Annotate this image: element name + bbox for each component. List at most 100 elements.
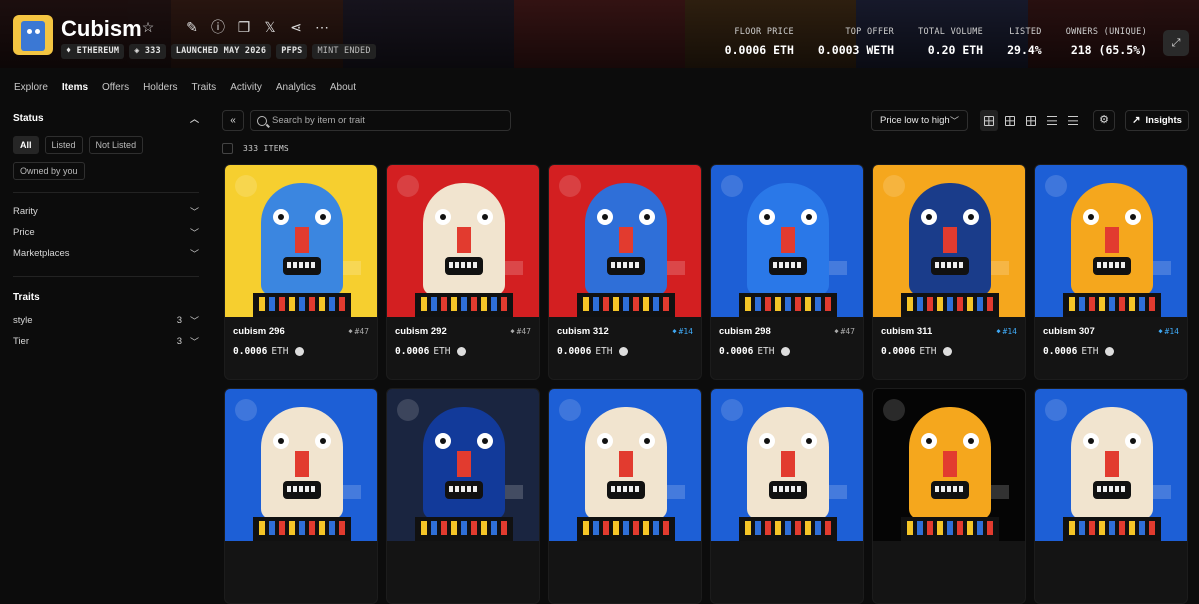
filter-price[interactable]: Price ﹀ <box>0 222 212 243</box>
nft-image[interactable] <box>387 389 539 541</box>
rarity-rank: ◆ #47 <box>834 326 855 336</box>
nft-card[interactable] <box>1034 388 1188 604</box>
rarity-rank: ◆ #14 <box>1158 326 1179 336</box>
gear-icon: ⚙ <box>1099 114 1109 126</box>
collection-stats: FLOOR PRICE 0.0006 ETH TOP OFFER 0.0003 WE… <box>701 27 1147 57</box>
nft-image[interactable] <box>549 165 701 317</box>
nft-name: cubism 292 <box>395 325 447 337</box>
grid-icon <box>1005 115 1015 126</box>
filter-rarity[interactable]: Rarity ﹀ <box>0 201 212 222</box>
nft-price: 0.0006 <box>233 346 268 357</box>
search-box[interactable] <box>250 110 511 131</box>
filter-sidebar: Status ︿ All Listed Not Listed Owned by y… <box>0 108 212 352</box>
chevron-down-icon: ﹀ <box>949 116 959 126</box>
tab-traits[interactable]: Traits <box>192 82 217 93</box>
nft-name: cubism 312 <box>557 325 609 337</box>
collection-title: Cubism <box>61 16 142 41</box>
expand-icon[interactable]: ⤢ <box>1163 30 1189 56</box>
nft-card[interactable]: cubism 312 ◆ #14 0.0006 ETH <box>548 164 702 380</box>
category-badge[interactable]: PFPS <box>276 44 308 59</box>
nft-card[interactable]: cubism 296 ◆ #47 0.0006 ETH <box>224 164 378 380</box>
info-icon[interactable]: ⓘ <box>210 19 226 35</box>
nft-card[interactable]: cubism 298 ◆ #47 0.0006 ETH <box>710 164 864 380</box>
nft-image[interactable] <box>873 389 1025 541</box>
view-toggle <box>980 110 1082 131</box>
status-section-header[interactable]: Status ︿ <box>0 108 212 128</box>
rarity-rank: ◆ #14 <box>672 326 693 336</box>
chevron-down-icon: ﹀ <box>189 337 199 347</box>
view-list[interactable] <box>1043 110 1061 131</box>
launch-badge: LAUNCHED MAY 2026 <box>170 44 272 59</box>
diamond-icon: ◆ <box>996 327 1001 335</box>
tab-activity[interactable]: Activity <box>230 82 262 93</box>
view-table[interactable] <box>1064 110 1082 131</box>
collection-tabs: Explore Items Offers Holders Traits Acti… <box>14 82 356 93</box>
filter-marketplaces[interactable]: Marketplaces ﹀ <box>0 243 212 264</box>
search-input[interactable] <box>272 115 502 126</box>
marketplace-icon <box>780 347 790 356</box>
star-icon[interactable]: ☆ <box>140 19 156 35</box>
chevron-down-icon: ﹀ <box>189 316 199 326</box>
view-grid-medium[interactable] <box>1001 110 1019 131</box>
price-unit: ETH <box>433 346 451 357</box>
select-all-checkbox[interactable] <box>222 143 233 154</box>
nft-card[interactable]: cubism 311 ◆ #14 0.0006 ETH <box>872 164 1026 380</box>
nft-image[interactable] <box>873 165 1025 317</box>
tab-holders[interactable]: Holders <box>143 82 177 93</box>
nft-card[interactable] <box>710 388 864 604</box>
insights-button[interactable]: ↗ Insights <box>1125 110 1189 131</box>
nft-image[interactable] <box>387 165 539 317</box>
nft-image[interactable] <box>1035 389 1187 541</box>
status-filter-not-listed[interactable]: Not Listed <box>88 136 144 154</box>
nft-name: cubism 298 <box>719 325 771 337</box>
view-grid-large[interactable] <box>980 110 998 131</box>
grid-icon <box>984 115 994 126</box>
trait-style[interactable]: style 3 ﹀ <box>0 310 212 331</box>
settings-button[interactable]: ⚙ <box>1093 110 1115 131</box>
tab-items[interactable]: Items <box>62 82 88 93</box>
diamond-icon: ◆ <box>348 327 353 335</box>
rarity-rank: ◆ #47 <box>510 326 531 336</box>
trait-tier[interactable]: Tier 3 ﹀ <box>0 331 212 352</box>
nft-image[interactable] <box>549 389 701 541</box>
tab-analytics[interactable]: Analytics <box>276 82 316 93</box>
nft-card[interactable]: cubism 292 ◆ #47 0.0006 ETH <box>386 164 540 380</box>
marketplace-icon <box>294 347 304 356</box>
nft-card[interactable] <box>224 388 378 604</box>
nft-image[interactable] <box>225 389 377 541</box>
copy-icon[interactable]: ❐ <box>236 19 252 35</box>
nft-image[interactable] <box>711 389 863 541</box>
marketplace-icon <box>1104 347 1114 356</box>
tab-explore[interactable]: Explore <box>14 82 48 93</box>
nft-image[interactable] <box>225 165 377 317</box>
items-grid: cubism 296 ◆ #47 0.0006 ETH cubism 292 ◆… <box>224 164 1188 604</box>
sort-dropdown[interactable]: Price low to high ﹀ <box>871 110 968 131</box>
more-icon[interactable]: ⋯ <box>314 19 330 35</box>
nft-image[interactable] <box>1035 165 1187 317</box>
price-unit: ETH <box>757 346 775 357</box>
x-social-icon[interactable]: 𝕏 <box>262 19 278 35</box>
nft-card[interactable]: cubism 307 ◆ #14 0.0006 ETH <box>1034 164 1188 380</box>
chain-badge: ♦ ETHEREUM <box>61 44 125 59</box>
stat-floor-price: FLOOR PRICE 0.0006 ETH <box>724 27 794 57</box>
nft-price: 0.0006 <box>557 346 592 357</box>
stat-listed: LISTED 29.4% <box>1007 27 1042 57</box>
owned-by-you-filter[interactable]: Owned by you <box>13 162 85 180</box>
view-grid-small[interactable] <box>1022 110 1040 131</box>
tab-about[interactable]: About <box>330 82 356 93</box>
nft-name: cubism 307 <box>1043 325 1095 337</box>
edit-icon[interactable]: ✎ <box>184 19 200 35</box>
share-icon[interactable]: ⋖ <box>288 19 304 35</box>
status-filter-listed[interactable]: Listed <box>44 136 83 154</box>
marketplace-icon <box>456 347 466 356</box>
table-icon <box>1068 116 1078 125</box>
status-filter-all[interactable]: All <box>13 136 39 154</box>
nft-image[interactable] <box>711 165 863 317</box>
chevron-down-icon: ﹀ <box>189 249 199 259</box>
tab-offers[interactable]: Offers <box>102 82 129 93</box>
nft-price: 0.0006 <box>719 346 754 357</box>
nft-card[interactable] <box>386 388 540 604</box>
nft-card[interactable] <box>548 388 702 604</box>
collapse-sidebar-button[interactable]: « <box>222 110 244 131</box>
nft-card[interactable] <box>872 388 1026 604</box>
